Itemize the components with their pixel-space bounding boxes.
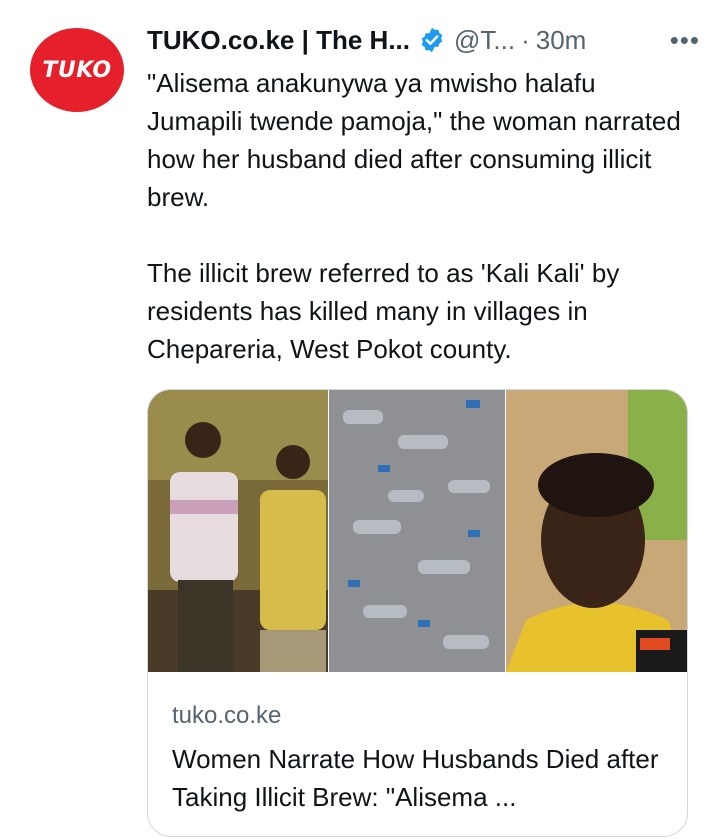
tweet-timestamp[interactable]: 30m	[536, 22, 587, 58]
tweet-paragraph: "Alisema anakunywa ya mwisho halafu Juma…	[147, 68, 681, 212]
separator-dot: ·	[521, 25, 530, 55]
card-media-image[interactable]	[148, 390, 687, 672]
link-card[interactable]: tuko.co.ke Women Narrate How Husbands Di…	[147, 389, 688, 837]
avatar-logo-text: TUKO	[42, 57, 112, 83]
account-handle[interactable]: @T...	[454, 22, 515, 58]
avatar[interactable]: TUKO	[30, 28, 124, 112]
card-domain: tuko.co.ke	[172, 702, 282, 729]
card-title[interactable]: Women Narrate How Husbands Died after Ta…	[172, 740, 672, 816]
tweet-header: TUKO.co.ke | The H... @T... · 30m •••	[147, 22, 700, 58]
more-horizontal-icon[interactable]: •••	[670, 22, 700, 58]
tweet-text: "Alisema anakunywa ya mwisho halafu Juma…	[147, 64, 692, 368]
verified-badge-icon	[421, 27, 443, 53]
tweet-paragraph: The illicit brew referred to as 'Kali Ka…	[147, 258, 620, 364]
account-name[interactable]: TUKO.co.ke | The H...	[147, 22, 410, 58]
